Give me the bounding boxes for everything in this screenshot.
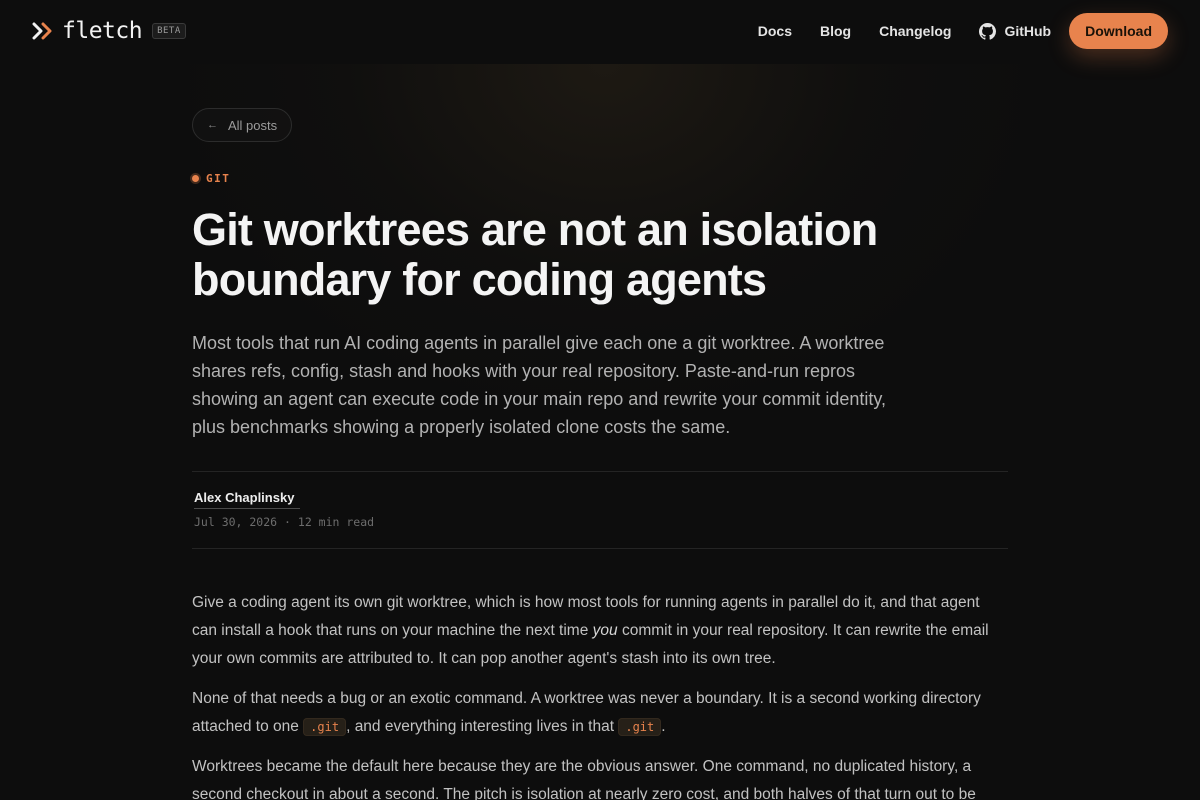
beta-badge: BETA <box>152 23 186 39</box>
article-title: Git worktrees are not an isolation bound… <box>192 204 878 305</box>
article-lede: Most tools that run AI coding agents in … <box>192 333 887 437</box>
top-navigation-bar: fletch BETA Docs Blog Changelog GitHub D… <box>0 0 1200 62</box>
paragraph-2-text-c: . <box>661 718 666 735</box>
inline-code: .git <box>303 718 347 736</box>
paragraph-2: None of that needs a bug or an exotic co… <box>192 685 1008 741</box>
category-tag[interactable]: GIT <box>192 172 1008 185</box>
byline: Jul 30, 2026 · 12 min read <box>194 515 1008 529</box>
all-posts-button[interactable]: ← All posts <box>192 108 293 142</box>
brand-wordmark: fletch <box>62 18 143 44</box>
brand[interactable]: fletch BETA <box>32 18 186 44</box>
paragraph-2-text-b: , and everything interesting lives in th… <box>346 718 619 735</box>
nav-link-github[interactable]: GitHub <box>979 22 1052 40</box>
main-nav: Docs Blog Changelog GitHub Download <box>730 13 1168 49</box>
download-button[interactable]: Download <box>1069 13 1168 49</box>
byline-separator: · <box>284 515 291 529</box>
publish-date: Jul 30, 2026 <box>194 515 278 529</box>
paragraph-3: Worktrees became the default here becaus… <box>192 758 976 800</box>
github-icon <box>979 22 997 40</box>
author-underline <box>194 508 300 509</box>
nav-link-docs[interactable]: Docs <box>758 23 792 39</box>
read-time: 12 min read <box>297 515 375 529</box>
paragraph-1: Give a coding agent its own git worktree… <box>192 589 1008 673</box>
paragraph-1-emphasis: you <box>592 622 618 639</box>
inline-code: .git <box>618 718 662 736</box>
author-name[interactable]: Alex Chaplinsky <box>194 490 1008 505</box>
article-body: Give a coding agent its own git worktree… <box>192 589 1008 800</box>
all-posts-label: All posts <box>228 117 278 133</box>
chevrons-right-icon <box>32 22 54 40</box>
category-tag-label: GIT <box>206 172 231 185</box>
nav-link-github-label: GitHub <box>1004 23 1052 39</box>
dot-icon <box>192 175 199 182</box>
article-meta: Alex Chaplinsky Jul 30, 2026 · 12 min re… <box>192 471 1008 549</box>
nav-link-blog[interactable]: Blog <box>820 23 851 39</box>
nav-link-changelog[interactable]: Changelog <box>879 23 951 39</box>
article: ← All posts GIT Git worktrees are not an… <box>192 108 1008 800</box>
arrow-left-icon: ← <box>207 119 218 131</box>
